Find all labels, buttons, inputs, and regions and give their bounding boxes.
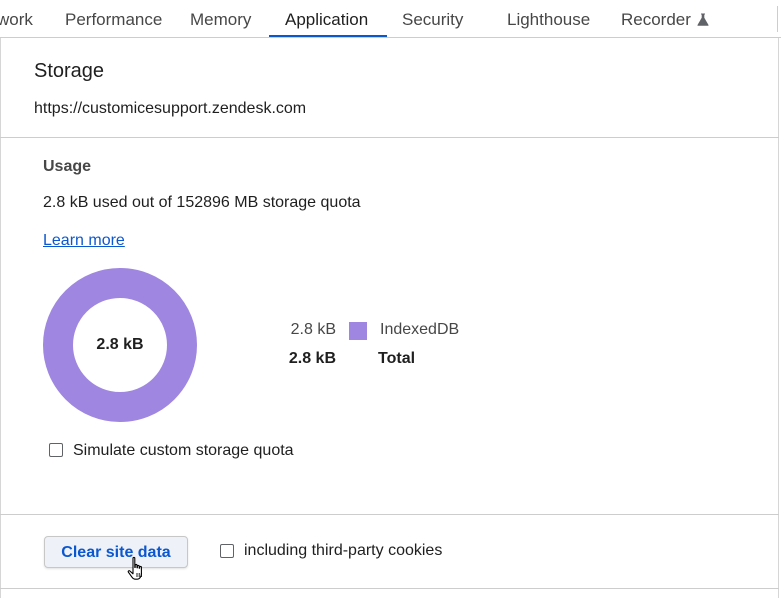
legend-label: IndexedDB — [380, 321, 460, 338]
learn-more-link[interactable]: Learn more — [43, 232, 125, 250]
flask-icon — [697, 13, 709, 26]
section-divider — [0, 514, 779, 515]
hand-pointer-cursor-icon — [127, 556, 142, 580]
tab-application[interactable]: Application — [285, 0, 368, 37]
tabbar-overflow-edge — [777, 6, 781, 32]
third-party-cookies-label[interactable]: including third-party cookies — [244, 542, 442, 560]
tab-security[interactable]: Security — [402, 0, 463, 37]
origin-url: https://customicesupport.zendesk.com — [34, 100, 307, 117]
section-divider — [0, 588, 779, 589]
usage-heading: Usage — [43, 158, 92, 175]
usage-summary: 2.8 kB used out of 152896 MB storage quo… — [43, 194, 361, 211]
pie-center-label: 2.8 kB — [96, 336, 144, 353]
tab-network[interactable]: work — [0, 0, 33, 37]
total-value: 2.8 kB — [288, 350, 336, 367]
simulate-quota-checkbox[interactable] — [49, 443, 63, 457]
tab-performance[interactable]: Performance — [65, 0, 162, 37]
tab-recorder-label: Recorder — [621, 10, 691, 29]
total-label: Total — [378, 350, 416, 367]
tab-recorder[interactable]: Recorder — [621, 0, 709, 37]
tab-memory[interactable]: Memory — [190, 0, 251, 37]
legend-value: 2.8 kB — [290, 321, 336, 338]
tab-lighthouse[interactable]: Lighthouse — [507, 0, 590, 37]
clear-site-data-button[interactable]: Clear site data — [44, 536, 188, 568]
section-divider — [0, 137, 779, 138]
storage-title: Storage — [34, 60, 105, 82]
third-party-cookies-checkbox[interactable] — [220, 544, 234, 558]
simulate-quota-label[interactable]: Simulate custom storage quota — [73, 442, 294, 460]
indexeddb-color-swatch — [349, 322, 367, 340]
active-tab-indicator — [269, 35, 387, 37]
devtools-tab-bar: work Performance Memory Application Secu… — [0, 0, 781, 38]
